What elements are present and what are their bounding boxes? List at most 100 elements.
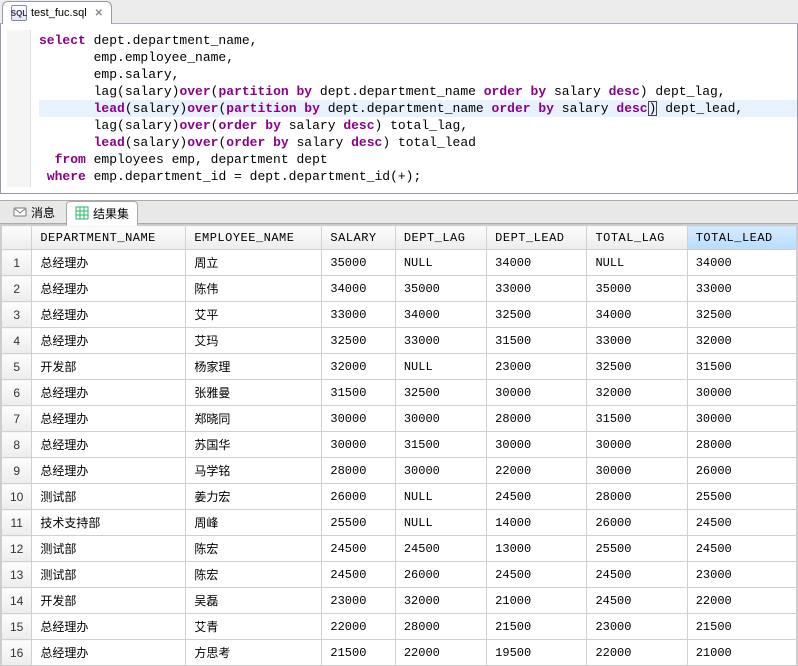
- row-number[interactable]: 5: [2, 354, 32, 380]
- cell[interactable]: 32000: [395, 588, 486, 614]
- cell[interactable]: 30000: [687, 406, 796, 432]
- cell[interactable]: 26000: [687, 458, 796, 484]
- table-row[interactable]: 14开发部吴磊2300032000210002450022000: [2, 588, 797, 614]
- cell[interactable]: 26000: [587, 510, 687, 536]
- table-row[interactable]: 9总经理办马学铭2800030000220003000026000: [2, 458, 797, 484]
- tab-result-set[interactable]: 结果集: [66, 201, 138, 226]
- cell[interactable]: 艾玛: [186, 328, 322, 354]
- row-number[interactable]: 15: [2, 614, 32, 640]
- row-number[interactable]: 2: [2, 276, 32, 302]
- cell[interactable]: NULL: [587, 250, 687, 276]
- cell[interactable]: 19500: [487, 640, 587, 666]
- cell[interactable]: 23000: [487, 354, 587, 380]
- cell[interactable]: 26000: [322, 484, 395, 510]
- table-row[interactable]: 15总经理办艾青2200028000215002300021500: [2, 614, 797, 640]
- close-icon[interactable]: ✕: [95, 8, 103, 19]
- cell[interactable]: 25500: [587, 536, 687, 562]
- cell[interactable]: 31500: [587, 406, 687, 432]
- cell[interactable]: 23000: [587, 614, 687, 640]
- cell[interactable]: 姜力宏: [186, 484, 322, 510]
- cell[interactable]: 22000: [487, 458, 587, 484]
- table-row[interactable]: 11技术支持部周峰25500NULL140002600024500: [2, 510, 797, 536]
- cell[interactable]: 总经理办: [32, 432, 186, 458]
- cell[interactable]: 陈宏: [186, 536, 322, 562]
- cell[interactable]: 24500: [587, 588, 687, 614]
- cell[interactable]: 28000: [687, 432, 796, 458]
- corner-cell[interactable]: [2, 226, 32, 250]
- cell[interactable]: 24500: [587, 562, 687, 588]
- cell[interactable]: 21500: [487, 614, 587, 640]
- cell[interactable]: 24500: [322, 562, 395, 588]
- result-grid-wrap[interactable]: DEPARTMENT_NAMEEMPLOYEE_NAMESALARYDEPT_L…: [0, 224, 798, 666]
- cell[interactable]: 陈宏: [186, 562, 322, 588]
- cell[interactable]: 34000: [687, 250, 796, 276]
- cell[interactable]: 总经理办: [32, 250, 186, 276]
- row-number[interactable]: 1: [2, 250, 32, 276]
- cell[interactable]: 郑晓同: [186, 406, 322, 432]
- cell[interactable]: 31500: [395, 432, 486, 458]
- cell[interactable]: NULL: [395, 484, 486, 510]
- cell[interactable]: 24500: [687, 536, 796, 562]
- cell[interactable]: NULL: [395, 250, 486, 276]
- table-row[interactable]: 4总经理办艾玛3250033000315003300032000: [2, 328, 797, 354]
- cell[interactable]: 测试部: [32, 562, 186, 588]
- row-number[interactable]: 8: [2, 432, 32, 458]
- cell[interactable]: 32000: [322, 354, 395, 380]
- row-number[interactable]: 16: [2, 640, 32, 666]
- cell[interactable]: 23000: [687, 562, 796, 588]
- row-number[interactable]: 3: [2, 302, 32, 328]
- row-number[interactable]: 13: [2, 562, 32, 588]
- cell[interactable]: 陈伟: [186, 276, 322, 302]
- column-header[interactable]: TOTAL_LAG: [587, 226, 687, 250]
- row-number[interactable]: 9: [2, 458, 32, 484]
- cell[interactable]: 34000: [395, 302, 486, 328]
- cell[interactable]: 31500: [487, 328, 587, 354]
- table-row[interactable]: 12测试部陈宏2450024500130002550024500: [2, 536, 797, 562]
- cell[interactable]: 33000: [487, 276, 587, 302]
- cell[interactable]: 14000: [487, 510, 587, 536]
- table-row[interactable]: 1总经理办周立35000NULL34000NULL34000: [2, 250, 797, 276]
- cell[interactable]: 总经理办: [32, 276, 186, 302]
- table-row[interactable]: 13测试部陈宏2450026000245002450023000: [2, 562, 797, 588]
- column-header[interactable]: TOTAL_LEAD: [687, 226, 796, 250]
- cell[interactable]: 24500: [487, 562, 587, 588]
- cell[interactable]: 35000: [395, 276, 486, 302]
- cell[interactable]: 总经理办: [32, 406, 186, 432]
- cell[interactable]: 28000: [395, 614, 486, 640]
- table-row[interactable]: 16总经理办方思考2150022000195002200021000: [2, 640, 797, 666]
- tab-messages[interactable]: 消息: [4, 200, 64, 225]
- cell[interactable]: 32500: [687, 302, 796, 328]
- cell[interactable]: 技术支持部: [32, 510, 186, 536]
- cell[interactable]: 24500: [322, 536, 395, 562]
- column-header[interactable]: DEPT_LEAD: [487, 226, 587, 250]
- cell[interactable]: 32500: [587, 354, 687, 380]
- cell[interactable]: 21000: [687, 640, 796, 666]
- cell[interactable]: 吴磊: [186, 588, 322, 614]
- cell[interactable]: 31500: [322, 380, 395, 406]
- cell[interactable]: 33000: [322, 302, 395, 328]
- cell[interactable]: 24500: [687, 510, 796, 536]
- cell[interactable]: 测试部: [32, 484, 186, 510]
- row-number[interactable]: 14: [2, 588, 32, 614]
- cell[interactable]: 24500: [487, 484, 587, 510]
- cell[interactable]: 31500: [687, 354, 796, 380]
- cell[interactable]: 杨家理: [186, 354, 322, 380]
- cell[interactable]: 30000: [687, 380, 796, 406]
- column-header[interactable]: EMPLOYEE_NAME: [186, 226, 322, 250]
- sql-code[interactable]: select dept.department_name, emp.employe…: [31, 30, 797, 187]
- cell[interactable]: 22000: [322, 614, 395, 640]
- table-row[interactable]: 3总经理办艾平3300034000325003400032500: [2, 302, 797, 328]
- cell[interactable]: 苏国华: [186, 432, 322, 458]
- cell[interactable]: NULL: [395, 510, 486, 536]
- row-number[interactable]: 12: [2, 536, 32, 562]
- cell[interactable]: 总经理办: [32, 614, 186, 640]
- table-row[interactable]: 7总经理办郑晓同3000030000280003150030000: [2, 406, 797, 432]
- cell[interactable]: 30000: [395, 406, 486, 432]
- cell[interactable]: 方思考: [186, 640, 322, 666]
- cell[interactable]: 22000: [587, 640, 687, 666]
- cell[interactable]: 32500: [395, 380, 486, 406]
- sql-editor[interactable]: select dept.department_name, emp.employe…: [0, 24, 798, 194]
- cell[interactable]: 32000: [587, 380, 687, 406]
- cell[interactable]: 张雅曼: [186, 380, 322, 406]
- cell[interactable]: 28000: [587, 484, 687, 510]
